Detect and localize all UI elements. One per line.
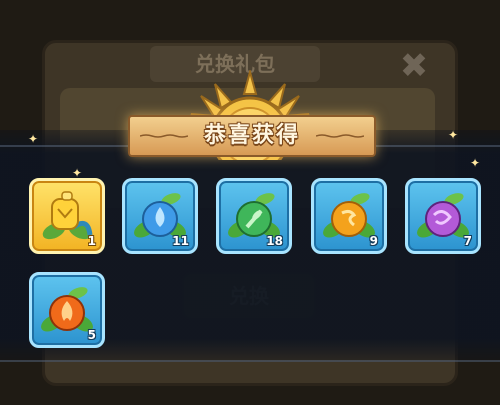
reward-item-purple-seed[interactable]: 7 [405, 178, 481, 254]
reward-item-fire-seed[interactable]: 5 [29, 272, 105, 348]
sparkle-icon: ✦ [470, 156, 481, 170]
item-count: 11 [172, 234, 189, 248]
reward-item-water-seed[interactable]: 11 [122, 178, 198, 254]
item-count: 18 [266, 234, 283, 248]
reward-item-golden-seed[interactable]: 1 [29, 178, 105, 254]
reward-item-sun-seed[interactable]: 9 [311, 178, 387, 254]
sparkle-icon: ✦ [448, 128, 459, 142]
sparkle-icon: ✦ [28, 132, 39, 146]
banner-wave-icon [316, 134, 364, 138]
item-count: 5 [87, 328, 96, 342]
reward-item-leaf-seed[interactable]: 18 [216, 178, 292, 254]
item-count: 7 [463, 234, 472, 248]
reward-banner: 恭喜获得 [128, 115, 376, 157]
overlay-divider-bottom [0, 360, 500, 362]
item-count: 9 [369, 234, 378, 248]
close-icon[interactable]: ✖ [396, 48, 432, 84]
item-count: 1 [87, 234, 96, 248]
